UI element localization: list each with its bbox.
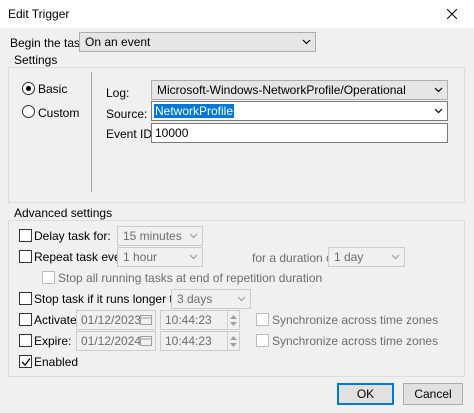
expire-date-picker[interactable]: 01/12/2024 [76, 331, 156, 351]
expire-checkbox[interactable] [19, 334, 32, 347]
close-icon [447, 9, 457, 19]
chevron-down-icon [391, 254, 400, 260]
custom-radio-label: Custom [38, 106, 80, 120]
stop-all-checkbox[interactable] [42, 271, 55, 284]
expire-sync-label: Synchronize across time zones [272, 334, 439, 348]
enabled-label: Enabled [34, 355, 79, 369]
duration-value: 1 day [334, 250, 364, 264]
ok-button[interactable]: OK [337, 383, 394, 405]
activate-checkbox[interactable] [19, 313, 32, 326]
delay-label: Delay task for: [34, 229, 111, 243]
repeat-checkbox[interactable] [19, 250, 32, 263]
repeat-value: 1 hour [123, 250, 158, 264]
event-id-value: 10000 [155, 126, 189, 140]
title-bar: Edit Trigger [0, 0, 474, 28]
activate-sync-label: Synchronize across time zones [272, 313, 439, 327]
checkmark-icon [21, 358, 31, 366]
spin-up-icon [230, 315, 237, 319]
settings-group-label: Settings [14, 53, 58, 67]
settings-divider [91, 72, 92, 192]
chevron-down-icon [189, 254, 198, 260]
duration-dropdown[interactable]: 1 day [328, 247, 405, 267]
window-title: Edit Trigger [8, 7, 70, 21]
expire-time-picker[interactable]: 10:44:23 [160, 331, 240, 351]
chevron-down-icon [237, 296, 246, 302]
activate-time-value: 10:44:23 [165, 313, 212, 327]
delay-dropdown[interactable]: 15 minutes [117, 226, 203, 246]
ok-button-label: OK [356, 387, 375, 401]
expire-label: Expire: [34, 334, 72, 348]
activate-date-value: 01/12/2023 [81, 313, 142, 327]
stop-longer-value: 3 days [177, 292, 213, 306]
cancel-button-label: Cancel [414, 387, 452, 401]
event-id-input[interactable]: 10000 [151, 123, 448, 143]
calendar-icon [140, 336, 152, 346]
log-dropdown[interactable]: Microsoft-Windows-NetworkProfile/Operati… [151, 80, 448, 100]
source-combobox[interactable]: NetworkProfile [151, 101, 448, 121]
activate-label: Activate: [34, 313, 81, 327]
delay-value: 15 minutes [123, 229, 182, 243]
basic-radio-label: Basic [38, 82, 68, 96]
spin-up-icon [230, 336, 237, 340]
log-value: Microsoft-Windows-NetworkProfile/Operati… [157, 83, 406, 97]
activate-time-spinner[interactable] [227, 311, 239, 329]
cancel-button[interactable]: Cancel [403, 383, 463, 405]
begin-task-value: On an event [85, 35, 151, 49]
custom-radio[interactable] [22, 105, 35, 118]
chevron-down-icon [302, 39, 311, 45]
log-label: Log: [106, 86, 130, 100]
close-button[interactable] [430, 0, 474, 28]
stop-longer-checkbox[interactable] [19, 292, 32, 305]
delay-checkbox[interactable] [19, 229, 32, 242]
event-id-label: Event ID: [106, 127, 156, 141]
activate-date-picker[interactable]: 01/12/2023 [76, 310, 156, 330]
basic-radio[interactable] [22, 82, 35, 95]
stop-all-label: Stop all running tasks at end of repetit… [58, 271, 323, 285]
calendar-icon [140, 315, 152, 325]
expire-sync-checkbox[interactable] [256, 334, 269, 347]
chevron-down-icon [434, 87, 443, 93]
enabled-checkbox[interactable] [19, 355, 32, 368]
begin-task-label: Begin the task: [10, 36, 90, 50]
chevron-down-icon [434, 108, 443, 114]
spin-down-icon [230, 343, 237, 347]
source-value: NetworkProfile [154, 104, 235, 118]
begin-task-dropdown[interactable]: On an event [79, 32, 316, 52]
stop-longer-dropdown[interactable]: 3 days [171, 289, 251, 309]
expire-time-value: 10:44:23 [165, 334, 212, 348]
repeat-dropdown[interactable]: 1 hour [117, 247, 203, 267]
radio-selected-dot [26, 86, 31, 91]
activate-sync-checkbox[interactable] [256, 313, 269, 326]
expire-date-value: 01/12/2024 [81, 334, 142, 348]
chevron-down-icon [189, 233, 198, 239]
duration-label: for a duration of: [252, 251, 340, 265]
expire-time-spinner[interactable] [227, 332, 239, 350]
activate-time-picker[interactable]: 10:44:23 [160, 310, 240, 330]
advanced-group-label: Advanced settings [14, 206, 113, 220]
source-label: Source: [106, 107, 148, 121]
spin-down-icon [230, 322, 237, 326]
